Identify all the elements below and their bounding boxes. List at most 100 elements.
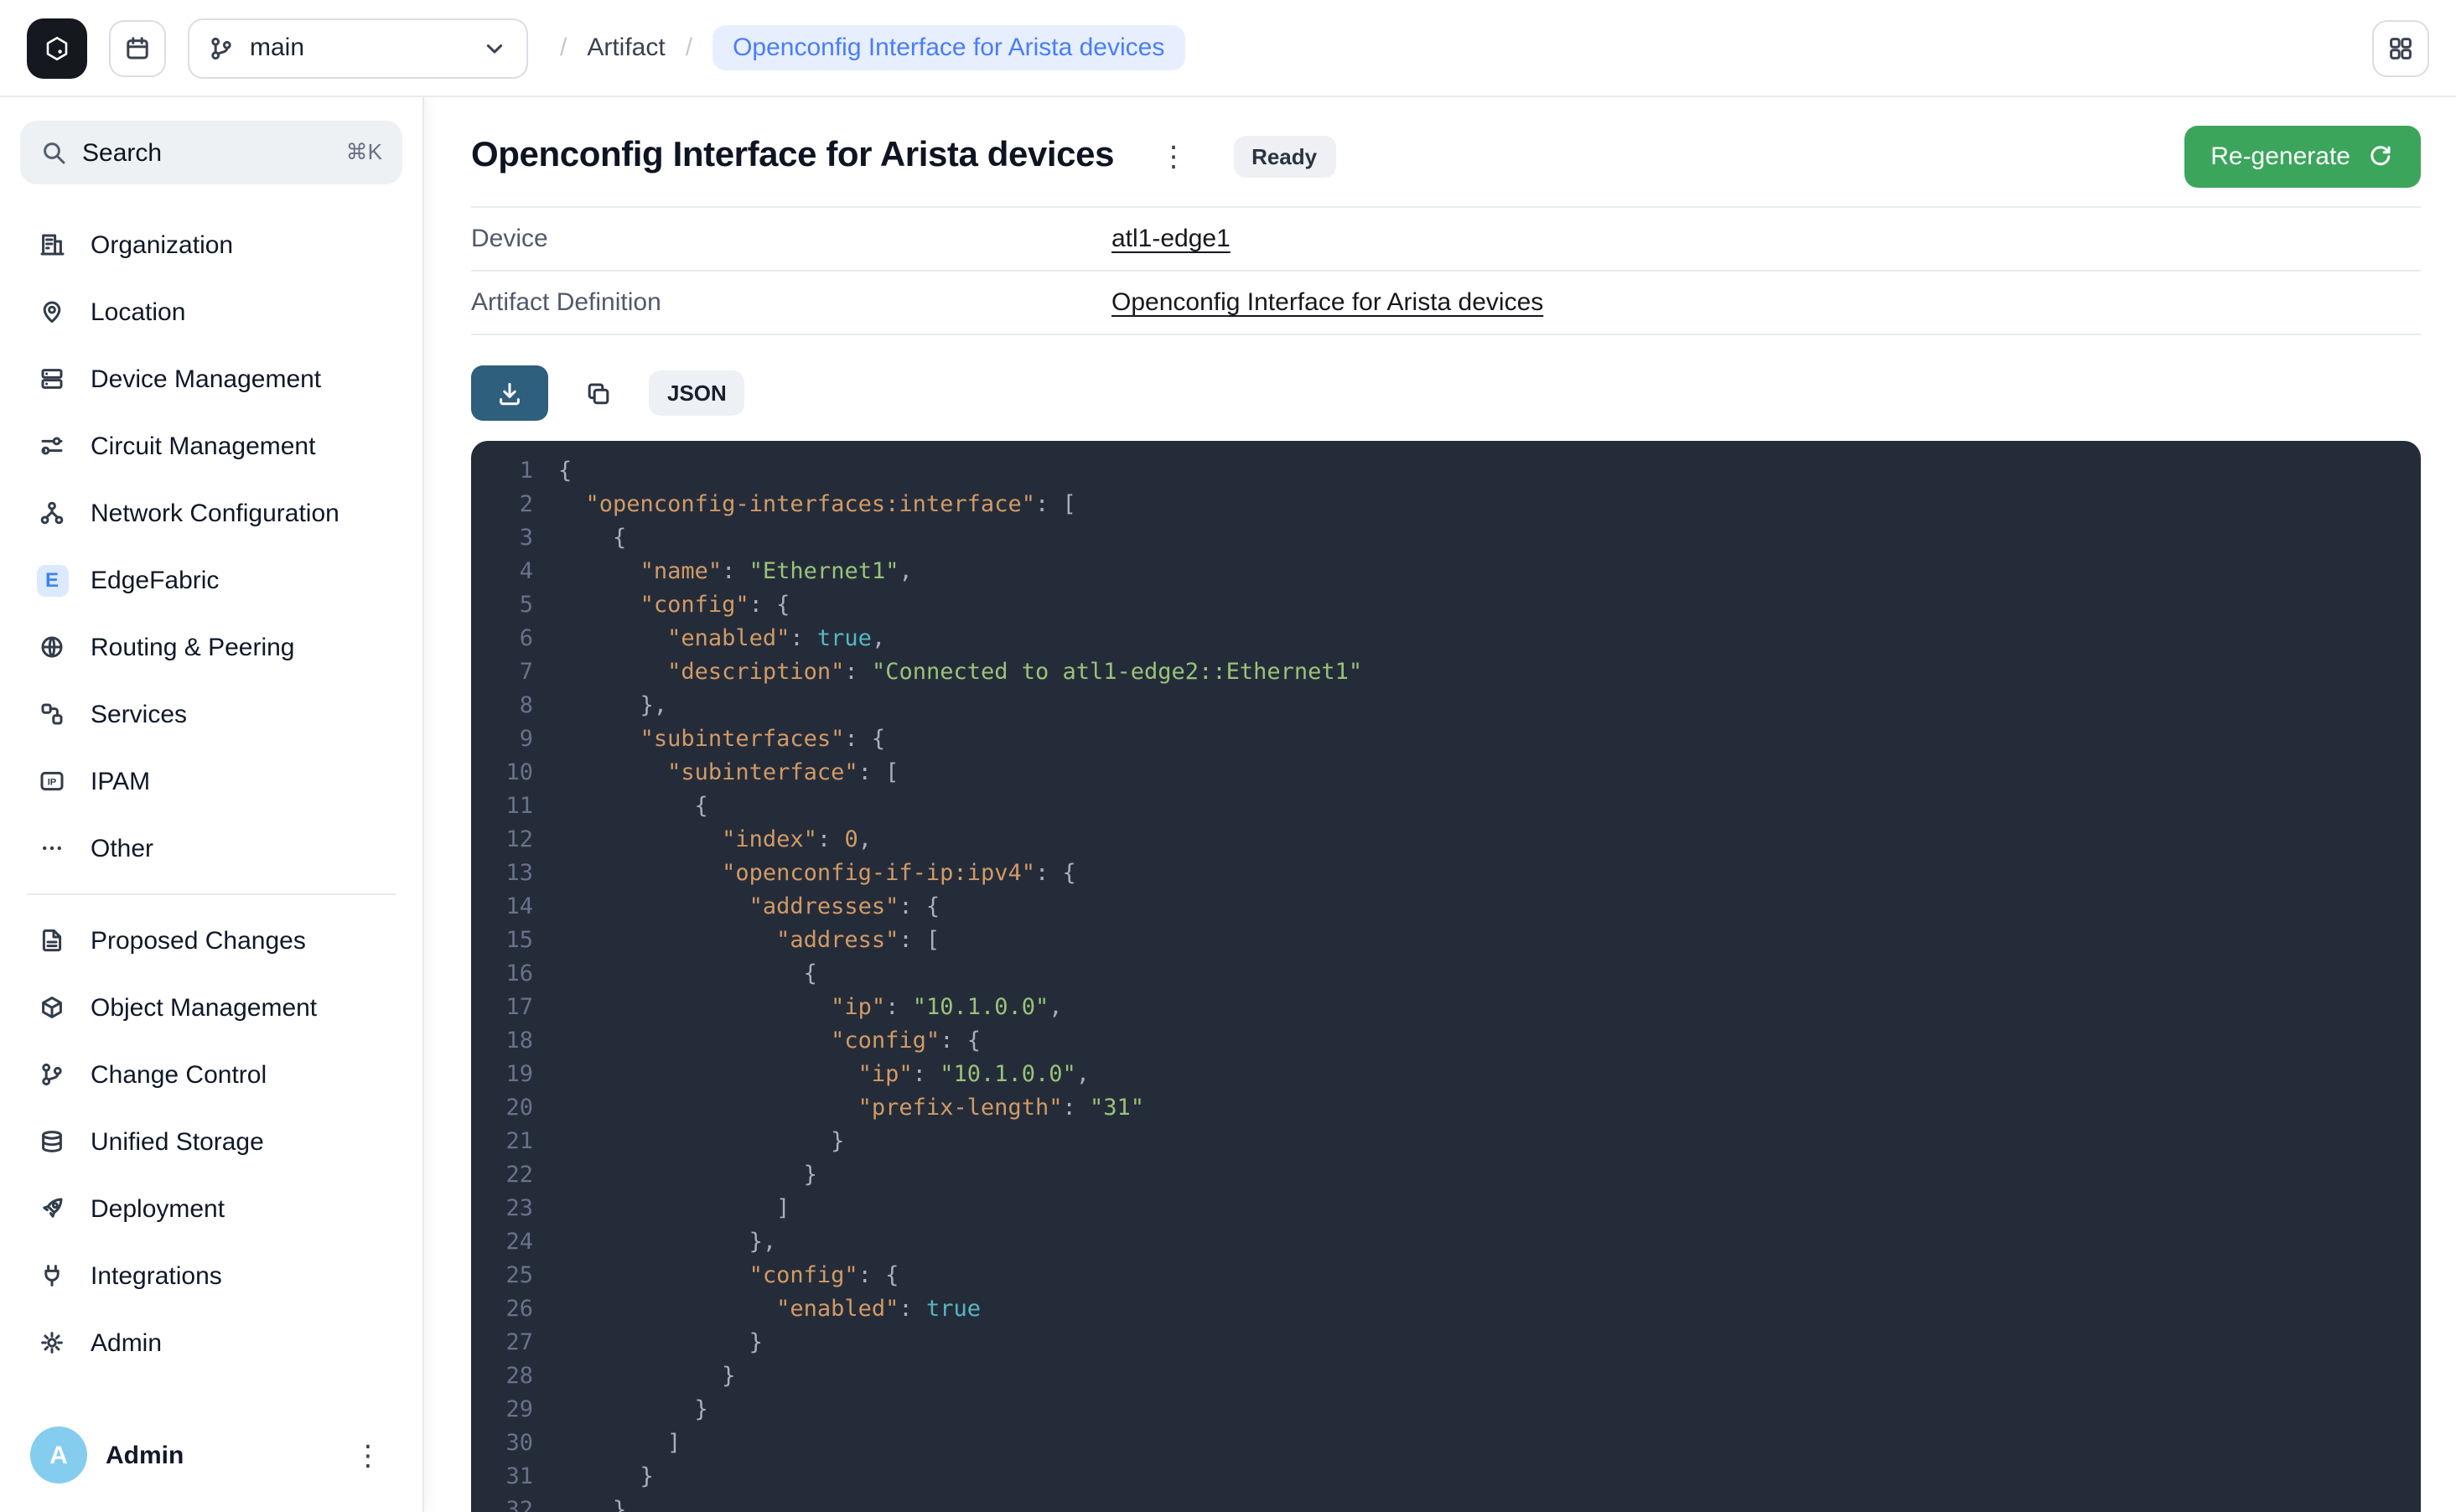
breadcrumb: / Artifact / Openconfig Interface for Ar… [560,25,1184,70]
line-number: 6 [471,622,533,655]
artifact-fields: Deviceatl1-edge1 Artifact DefinitionOpenc… [471,206,2421,335]
line-number: 21 [471,1125,533,1158]
sidebar-item-label: Organization [91,230,233,259]
code-line: 20 "prefix-length": "31" [471,1091,2421,1125]
user-kebab-icon[interactable]: ⋮ [344,1434,392,1476]
breadcrumb-separator: / [560,34,567,62]
code-line: 27 } [471,1326,2421,1359]
line-number: 22 [471,1158,533,1192]
code-line: 32 }, [471,1494,2421,1512]
code-line: 9 "subinterfaces": { [471,722,2421,756]
apps-grid-icon [2387,34,2414,61]
field-row: Artifact DefinitionOpenconfig Interface … [471,272,2421,335]
sidebar-item-deployment[interactable]: Deployment [20,1175,402,1242]
code-text: { [558,521,626,555]
sidebar-item-label: Location [91,298,185,326]
code-line: 24 }, [471,1225,2421,1259]
field-value-link[interactable]: atl1-edge1 [1111,225,1231,253]
page-header: Openconfig Interface for Arista devices … [471,127,2421,184]
code-text: } [558,1326,763,1359]
code-text: } [558,1359,735,1393]
app-logo[interactable] [27,18,87,78]
code-line: 6 "enabled": true, [471,622,2421,655]
code-text: "name": "Ethernet1", [558,555,913,588]
code-text: "openconfig-if-ip:ipv4": { [558,857,1076,890]
branch-selector[interactable]: main [188,18,528,78]
sidebar-item-label: Other [91,834,153,862]
sidebar-item-integrations[interactable]: Integrations [20,1242,402,1309]
sidebar-divider [27,893,396,895]
sidebar-item-services[interactable]: Services [20,681,402,748]
sidebar: Search ⌘K Organization Location Device Man… [0,97,424,1512]
line-number: 18 [471,1024,533,1058]
sidebar-item-organization[interactable]: Organization [20,211,402,278]
sidebar-item-label: Integrations [91,1261,222,1290]
copy-icon [585,380,612,406]
breadcrumb-current[interactable]: Openconfig Interface for Arista devices [712,25,1184,70]
sidebar-item-label: Device Management [91,365,321,393]
sidebar-item-device-management[interactable]: Device Management [20,345,402,412]
sidebar-item-admin[interactable]: Admin [20,1309,402,1376]
user-menu[interactable]: A Admin ⋮ [20,1418,402,1492]
gear-icon [35,1329,69,1356]
apps-grid-button[interactable] [2372,19,2429,76]
avatar: A [30,1427,87,1484]
search-input[interactable]: Search ⌘K [20,121,402,184]
code-text: "enabled": true [558,1292,981,1326]
sidebar-item-unified-storage[interactable]: Unified Storage [20,1108,402,1175]
title-kebab-icon[interactable]: ⋮ [1159,142,1188,170]
line-number: 20 [471,1091,533,1125]
location-icon [35,298,69,325]
line-number: 7 [471,655,533,689]
regenerate-button[interactable]: Re-generate [2184,125,2421,187]
line-number: 9 [471,722,533,756]
line-number: 4 [471,555,533,588]
field-value-link[interactable]: Openconfig Interface for Arista devices [1111,288,1543,317]
sidebar-item-label: Circuit Management [91,432,315,460]
building-icon [35,231,69,258]
sidebar-item-ipam[interactable]: IPIPAM [20,748,402,815]
code-line: 4 "name": "Ethernet1", [471,555,2421,588]
code-line: 31 } [471,1460,2421,1494]
sidebar-item-edgefabric[interactable]: EEdgeFabric [20,546,402,614]
sidebar-item-routing-peering[interactable]: Routing & Peering [20,614,402,681]
code-line: 1{ [471,454,2421,488]
code-line: 3 { [471,521,2421,555]
line-number: 23 [471,1192,533,1225]
code-text: "subinterface": [ [558,756,899,790]
line-number: 3 [471,521,533,555]
sidebar-item-circuit-management[interactable]: Circuit Management [20,412,402,479]
code-text: ] [558,1192,790,1225]
code-text: } [558,1460,654,1494]
code-line: 5 "config": { [471,588,2421,622]
page-title: Openconfig Interface for Arista devices [471,136,1114,176]
line-number: 27 [471,1326,533,1359]
code-line: 22 } [471,1158,2421,1192]
sidebar-item-proposed-changes[interactable]: Proposed Changes [20,907,402,974]
hexagon-logo-icon [44,34,70,61]
download-button[interactable] [471,365,548,421]
code-viewer[interactable]: 1{2 "openconfig-interfaces:interface": [… [471,441,2421,1512]
code-line: 2 "openconfig-interfaces:interface": [ [471,488,2421,521]
sidebar-item-object-management[interactable]: Object Management [20,974,402,1041]
device-icon [35,365,69,392]
sidebar-item-change-control[interactable]: Change Control [20,1041,402,1108]
branch-icon [35,1061,69,1088]
sidebar-item-network-configuration[interactable]: Network Configuration [20,479,402,546]
sidebar-nav: Organization Location Device Management Cir… [20,211,402,1376]
code-text: { [558,957,817,991]
sidebar-item-other[interactable]: Other [20,815,402,882]
field-label: Artifact Definition [471,288,1111,317]
breadcrumb-item-artifact[interactable]: Artifact [587,34,665,62]
refresh-icon [2367,142,2394,169]
user-name: Admin [106,1441,184,1469]
code-text: "config": { [558,1024,981,1058]
copy-button[interactable] [573,368,624,418]
line-number: 14 [471,890,533,924]
calendar-button[interactable] [109,19,166,76]
field-label: Device [471,225,1111,253]
line-number: 19 [471,1058,533,1091]
line-number: 32 [471,1494,533,1512]
globe-icon [35,634,69,660]
sidebar-item-location[interactable]: Location [20,278,402,345]
